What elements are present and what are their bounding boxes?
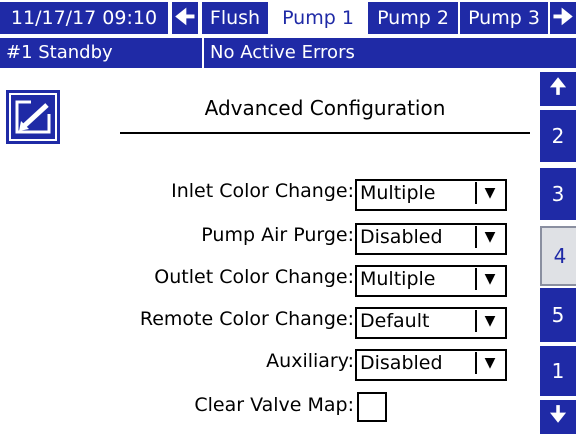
arrow-left-icon[interactable]: 🠈 (172, 2, 198, 34)
inlet-color-change-label: Inlet Color Change: (171, 180, 354, 202)
clear-valve-map-label: Clear Valve Map: (194, 394, 354, 416)
arrow-right-icon[interactable]: 🠊 (550, 2, 576, 34)
auxiliary-label: Auxiliary: (266, 350, 354, 372)
status-indicator (172, 38, 202, 68)
system-status: #1 Standby (0, 38, 174, 68)
top-navigation-bar: 11/17/17 09:10 🠈 Flush Pump 1 Pump 2 Pum… (0, 0, 576, 36)
tab-screen-2[interactable]: 2 (540, 110, 576, 162)
arrow-up-icon[interactable]: 🠉 (540, 72, 576, 106)
error-status: No Active Errors (204, 38, 576, 68)
page-title: Advanced Configuration (204, 96, 446, 120)
dropdown-value: Multiple (360, 182, 436, 204)
tab-flush[interactable]: Flush (202, 2, 268, 34)
dropdown-value: Multiple (360, 268, 436, 290)
tab-pump-3[interactable]: Pump 3 (460, 2, 548, 34)
edit-screen-icon[interactable] (6, 90, 60, 144)
remote-color-change-dropdown[interactable]: Default ▼ (355, 307, 507, 339)
status-bar: #1 Standby No Active Errors (0, 38, 576, 68)
auxiliary-dropdown[interactable]: Disabled ▼ (355, 349, 507, 381)
pump-air-purge-dropdown[interactable]: Disabled ▼ (355, 223, 507, 255)
tab-pump-1[interactable]: Pump 1 (270, 2, 366, 34)
tab-screen-3[interactable]: 3 (540, 168, 576, 220)
tab-screen-5[interactable]: 5 (540, 288, 576, 342)
arrow-down-icon[interactable]: 🠋 (540, 400, 576, 434)
title-divider (120, 132, 530, 134)
pump-air-purge-label: Pump Air Purge: (201, 224, 354, 246)
dropdown-arrow-icon[interactable]: ▼ (475, 310, 503, 332)
outlet-color-change-dropdown[interactable]: Multiple ▼ (355, 265, 507, 297)
inlet-color-change-dropdown[interactable]: Multiple ▼ (355, 179, 507, 211)
dropdown-arrow-icon[interactable]: ▼ (475, 182, 503, 204)
tab-screen-4[interactable]: 4 (540, 226, 576, 286)
outlet-color-change-label: Outlet Color Change: (154, 266, 354, 288)
tab-pump-2[interactable]: Pump 2 (368, 2, 458, 34)
dropdown-value: Disabled (360, 226, 443, 248)
dropdown-arrow-icon[interactable]: ▼ (475, 352, 503, 374)
clear-valve-map-checkbox[interactable] (357, 392, 387, 422)
dropdown-value: Disabled (360, 352, 443, 374)
remote-color-change-label: Remote Color Change: (139, 308, 354, 330)
dropdown-arrow-icon[interactable]: ▼ (475, 226, 503, 248)
dropdown-value: Default (360, 310, 430, 332)
dropdown-arrow-icon[interactable]: ▼ (475, 268, 503, 290)
datetime-display: 11/17/17 09:10 (0, 2, 168, 34)
tab-screen-1[interactable]: 1 (540, 346, 576, 396)
